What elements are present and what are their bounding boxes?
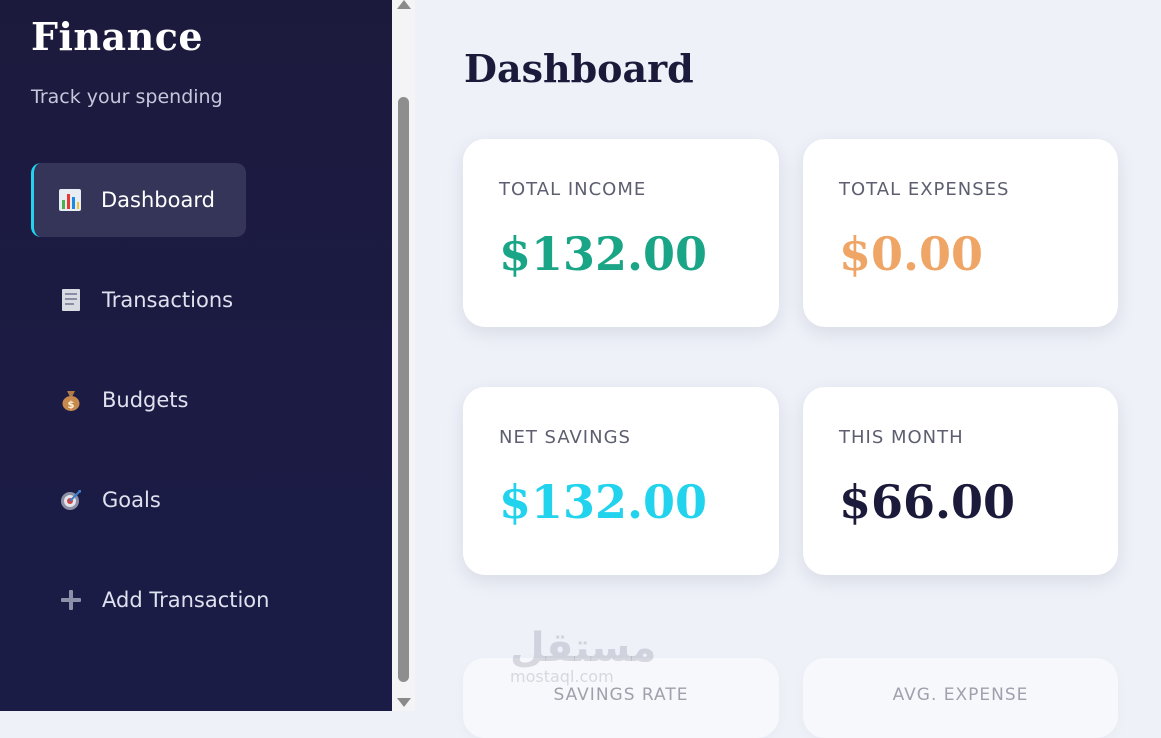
avg-expense-card: AVG. EXPENSE <box>803 658 1118 738</box>
total-income-card: TOTAL INCOME $132.00 <box>463 139 779 327</box>
card-value: $132.00 <box>499 227 708 281</box>
app-subtitle: Track your spending <box>31 86 223 108</box>
app-title: Finance <box>31 14 204 59</box>
svg-text:$: $ <box>68 400 75 411</box>
sidebar-item-label: Dashboard <box>101 188 215 212</box>
scroll-up-arrow-icon[interactable] <box>397 0 411 9</box>
card-label: AVG. EXPENSE <box>892 685 1029 705</box>
net-savings-card: NET SAVINGS $132.00 <box>463 387 779 575</box>
sidebar-scrollbar[interactable] <box>392 0 415 711</box>
sidebar-item-label: Goals <box>102 488 161 512</box>
card-value: $66.00 <box>839 475 1016 529</box>
card-label: NET SAVINGS <box>499 427 631 448</box>
card-value: $132.00 <box>499 475 708 529</box>
watermark-logo: مستقل <box>510 625 657 671</box>
sidebar-item-add-transaction[interactable]: Add Transaction <box>31 563 269 637</box>
watermark: مستقل mostaql.com <box>510 628 656 686</box>
scrollbar-thumb[interactable] <box>398 97 409 682</box>
sidebar-item-goals[interactable]: Goals <box>31 463 161 537</box>
sidebar-item-label: Transactions <box>102 288 234 312</box>
card-label: THIS MONTH <box>839 427 964 448</box>
plus-icon <box>58 587 84 613</box>
main-content: Dashboard TOTAL INCOME $132.00 TOTAL EXP… <box>415 0 1161 738</box>
scroll-down-arrow-icon[interactable] <box>397 698 411 707</box>
sidebar-item-dashboard[interactable]: Dashboard <box>31 163 246 237</box>
sidebar: Finance Track your spending Dashboard Tr… <box>0 0 392 711</box>
card-value: $0.00 <box>839 227 984 281</box>
sidebar-item-budgets[interactable]: $ Budgets <box>31 363 188 437</box>
receipt-icon <box>58 287 84 313</box>
card-label: TOTAL INCOME <box>499 179 647 200</box>
bar-chart-icon <box>57 187 83 213</box>
sidebar-item-transactions[interactable]: Transactions <box>31 263 233 337</box>
target-icon <box>58 487 84 513</box>
card-label: TOTAL EXPENSES <box>839 179 1010 200</box>
card-label: SAVINGS RATE <box>553 685 689 705</box>
sidebar-item-label: Add Transaction <box>102 588 270 612</box>
sidebar-item-label: Budgets <box>102 388 189 412</box>
this-month-card: THIS MONTH $66.00 <box>803 387 1118 575</box>
total-expenses-card: TOTAL EXPENSES $0.00 <box>803 139 1118 327</box>
page-title: Dashboard <box>464 46 694 91</box>
money-bag-icon: $ <box>58 387 84 413</box>
